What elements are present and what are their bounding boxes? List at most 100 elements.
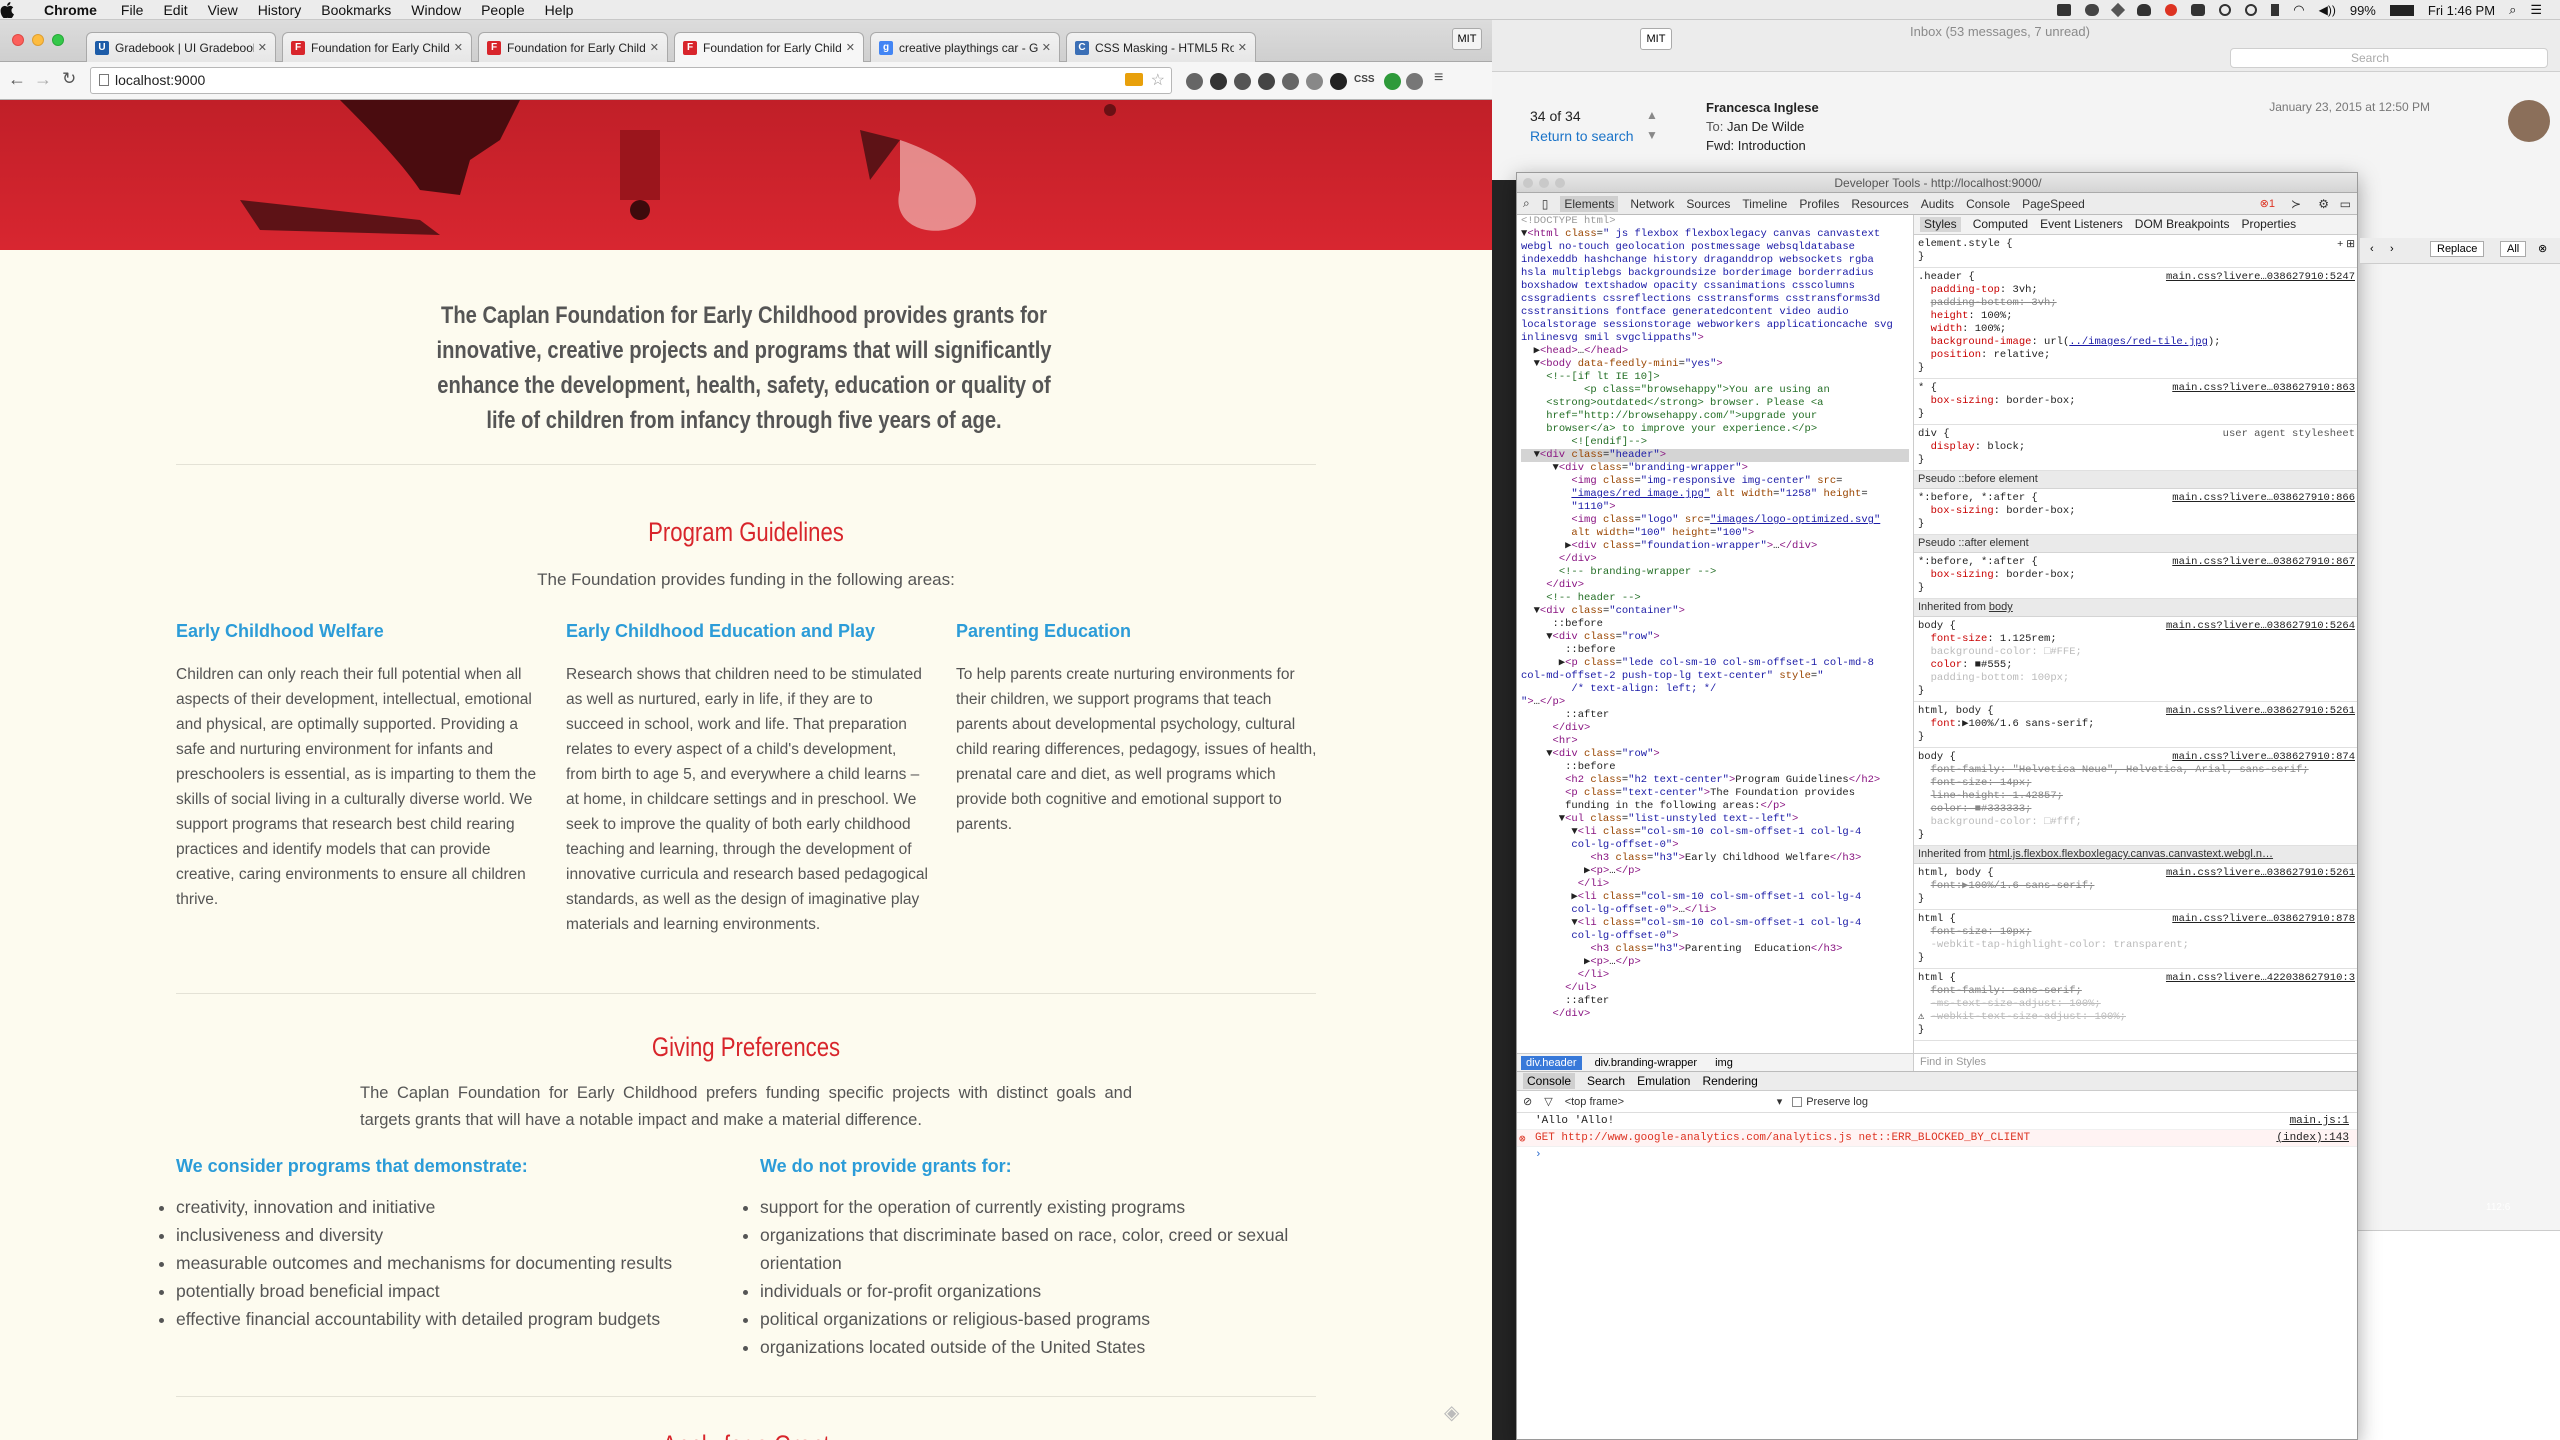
- extension-icon[interactable]: [1330, 73, 1347, 90]
- clock[interactable]: Fri 1:46 PM: [2428, 3, 2495, 18]
- browser-tab[interactable]: U Gradebook | UI Gradebook ✕: [86, 32, 276, 62]
- address-bar[interactable]: localhost:9000 ☆: [90, 67, 1172, 94]
- chrome-menu-icon[interactable]: ≡: [1434, 69, 1443, 87]
- forward-icon[interactable]: →: [34, 69, 52, 90]
- drawer-tab-emulation[interactable]: Emulation: [1637, 1074, 1690, 1088]
- close-tab-icon[interactable]: ✕: [846, 41, 855, 54]
- reload-icon[interactable]: ↻: [62, 69, 76, 89]
- back-icon[interactable]: ←: [8, 69, 26, 90]
- replace-button[interactable]: Replace: [2430, 241, 2485, 257]
- wifi-icon[interactable]: ◠: [2293, 2, 2304, 18]
- console-source-link[interactable]: main.js:1: [2290, 1115, 2349, 1127]
- menu-edit[interactable]: Edit: [163, 2, 187, 18]
- close-window-icon[interactable]: [12, 34, 24, 46]
- tab-console[interactable]: Console: [1966, 197, 2010, 211]
- zoom-window-icon[interactable]: [52, 34, 64, 46]
- extension-icon[interactable]: [1234, 73, 1251, 90]
- close-tab-icon[interactable]: ✕: [454, 41, 463, 54]
- drawer-tab-rendering[interactable]: Rendering: [1702, 1074, 1757, 1088]
- menu-bookmarks[interactable]: Bookmarks: [321, 2, 391, 18]
- prev-message-icon[interactable]: ▲: [1646, 108, 1658, 122]
- apple-icon[interactable]: [0, 1, 44, 18]
- console-drawer-icon[interactable]: ≻: [2291, 197, 2301, 211]
- breadcrumb-item[interactable]: div.branding-wrapper: [1590, 1056, 1703, 1070]
- frame-select[interactable]: <top frame>: [1565, 1096, 1765, 1108]
- inspect-icon[interactable]: ⌕: [1523, 196, 1530, 211]
- extension-icon[interactable]: [1258, 73, 1275, 90]
- profile-badge-mail[interactable]: MIT: [1640, 28, 1672, 50]
- close-icon[interactable]: ⊗: [2538, 242, 2547, 255]
- breadcrumb-item[interactable]: div.header: [1521, 1055, 1582, 1070]
- profile-badge[interactable]: MIT: [1452, 28, 1482, 50]
- replace-all-button[interactable]: All: [2500, 241, 2527, 257]
- tab-styles[interactable]: Styles: [1920, 217, 1961, 232]
- close-tab-icon[interactable]: ✕: [1238, 41, 1247, 54]
- tab-dom-breakpoints[interactable]: DOM Breakpoints: [2135, 218, 2230, 231]
- tab-network[interactable]: Network: [1630, 197, 1674, 211]
- menu-view[interactable]: View: [208, 2, 238, 18]
- tab-sources[interactable]: Sources: [1686, 197, 1730, 211]
- evernote-icon[interactable]: [2085, 4, 2100, 16]
- extension-icon[interactable]: [1384, 73, 1401, 90]
- next-match-icon[interactable]: ›: [2390, 243, 2394, 255]
- drawer-tab-console[interactable]: Console: [1523, 1073, 1576, 1089]
- filter-icon[interactable]: ▽: [1544, 1095, 1552, 1108]
- tab-timeline[interactable]: Timeline: [1742, 197, 1787, 211]
- device-mode-icon[interactable]: ▯: [1542, 197, 1549, 211]
- tab-resources[interactable]: Resources: [1851, 197, 1908, 211]
- menu-window[interactable]: Window: [411, 2, 461, 18]
- battery-icon[interactable]: [2389, 4, 2414, 16]
- breadcrumb-item[interactable]: img: [1710, 1056, 1738, 1070]
- mail-search-input[interactable]: Search: [2230, 48, 2548, 68]
- chevron-down-icon[interactable]: ▾: [1777, 1095, 1783, 1108]
- zoom-window-icon[interactable]: [1555, 178, 1565, 188]
- return-to-search-link[interactable]: Return to search: [1530, 128, 1634, 144]
- browser-tab[interactable]: F Foundation for Early Childh ✕: [478, 32, 668, 62]
- extension-icon[interactable]: [1406, 73, 1423, 90]
- settings-gear-icon[interactable]: ⚙: [2318, 197, 2329, 211]
- cloud-icon[interactable]: [2137, 4, 2152, 16]
- close-window-icon[interactable]: [1523, 178, 1533, 188]
- close-tab-icon[interactable]: ✕: [1042, 41, 1051, 54]
- close-tab-icon[interactable]: ✕: [650, 41, 659, 54]
- clear-console-icon[interactable]: ⊘: [1523, 1095, 1532, 1108]
- error-count[interactable]: ⊗1: [2260, 197, 2275, 210]
- notification-center-icon[interactable]: ☰: [2530, 2, 2542, 18]
- time-machine-icon[interactable]: [2245, 4, 2258, 16]
- tab-pagespeed[interactable]: PageSpeed: [2022, 197, 2085, 211]
- volume-icon[interactable]: ◀)): [2319, 3, 2336, 17]
- menu-history[interactable]: History: [258, 2, 302, 18]
- bluetooth-icon[interactable]: [2271, 4, 2280, 16]
- browser-tab[interactable]: C CSS Masking - HTML5 Ro ✕: [1066, 32, 1256, 62]
- bookmark-star-icon[interactable]: ☆: [1151, 70, 1165, 90]
- css-extension-icon[interactable]: CSS: [1354, 74, 1375, 85]
- minimize-window-icon[interactable]: [1539, 178, 1549, 188]
- elements-tree[interactable]: <!DOCTYPE html> ▼<html class=" js flexbox…: [1517, 215, 1909, 1053]
- tab-audits[interactable]: Audits: [1921, 197, 1954, 211]
- battery-percent[interactable]: 99%: [2350, 3, 2376, 18]
- console-source-link[interactable]: (index):143: [2276, 1132, 2349, 1144]
- console-prompt[interactable]: ›: [1517, 1147, 2357, 1163]
- tab-elements[interactable]: Elements: [1560, 195, 1619, 212]
- prev-match-icon[interactable]: ‹: [2370, 243, 2374, 255]
- menu-help[interactable]: Help: [545, 2, 574, 18]
- app-icon[interactable]: [2191, 4, 2206, 16]
- tab-event-listeners[interactable]: Event Listeners: [2040, 218, 2123, 231]
- browser-tab[interactable]: F Foundation for Early Childh ✕: [282, 32, 472, 62]
- browser-tab[interactable]: F Foundation for Early Childh ✕: [674, 32, 864, 62]
- preserve-log-checkbox[interactable]: [1792, 1096, 1803, 1107]
- find-in-styles-input[interactable]: Find in Styles: [1913, 1053, 2357, 1071]
- status-app-icon[interactable]: [2057, 4, 2072, 16]
- rss-icon[interactable]: [1125, 73, 1143, 86]
- close-tab-icon[interactable]: ✕: [258, 41, 267, 54]
- dock-icon[interactable]: ▭: [2340, 197, 2351, 211]
- menu-file[interactable]: File: [121, 2, 144, 18]
- scroll-to-top-icon[interactable]: ◈: [1444, 1400, 1470, 1426]
- tab-properties[interactable]: Properties: [2241, 218, 2296, 231]
- extension-icon[interactable]: [1186, 73, 1203, 90]
- tab-computed[interactable]: Computed: [1973, 218, 2028, 231]
- mail-to[interactable]: Jan De Wilde: [1727, 119, 1804, 134]
- tab-profiles[interactable]: Profiles: [1799, 197, 1839, 211]
- menu-people[interactable]: People: [481, 2, 525, 18]
- sync-icon[interactable]: [2219, 4, 2232, 16]
